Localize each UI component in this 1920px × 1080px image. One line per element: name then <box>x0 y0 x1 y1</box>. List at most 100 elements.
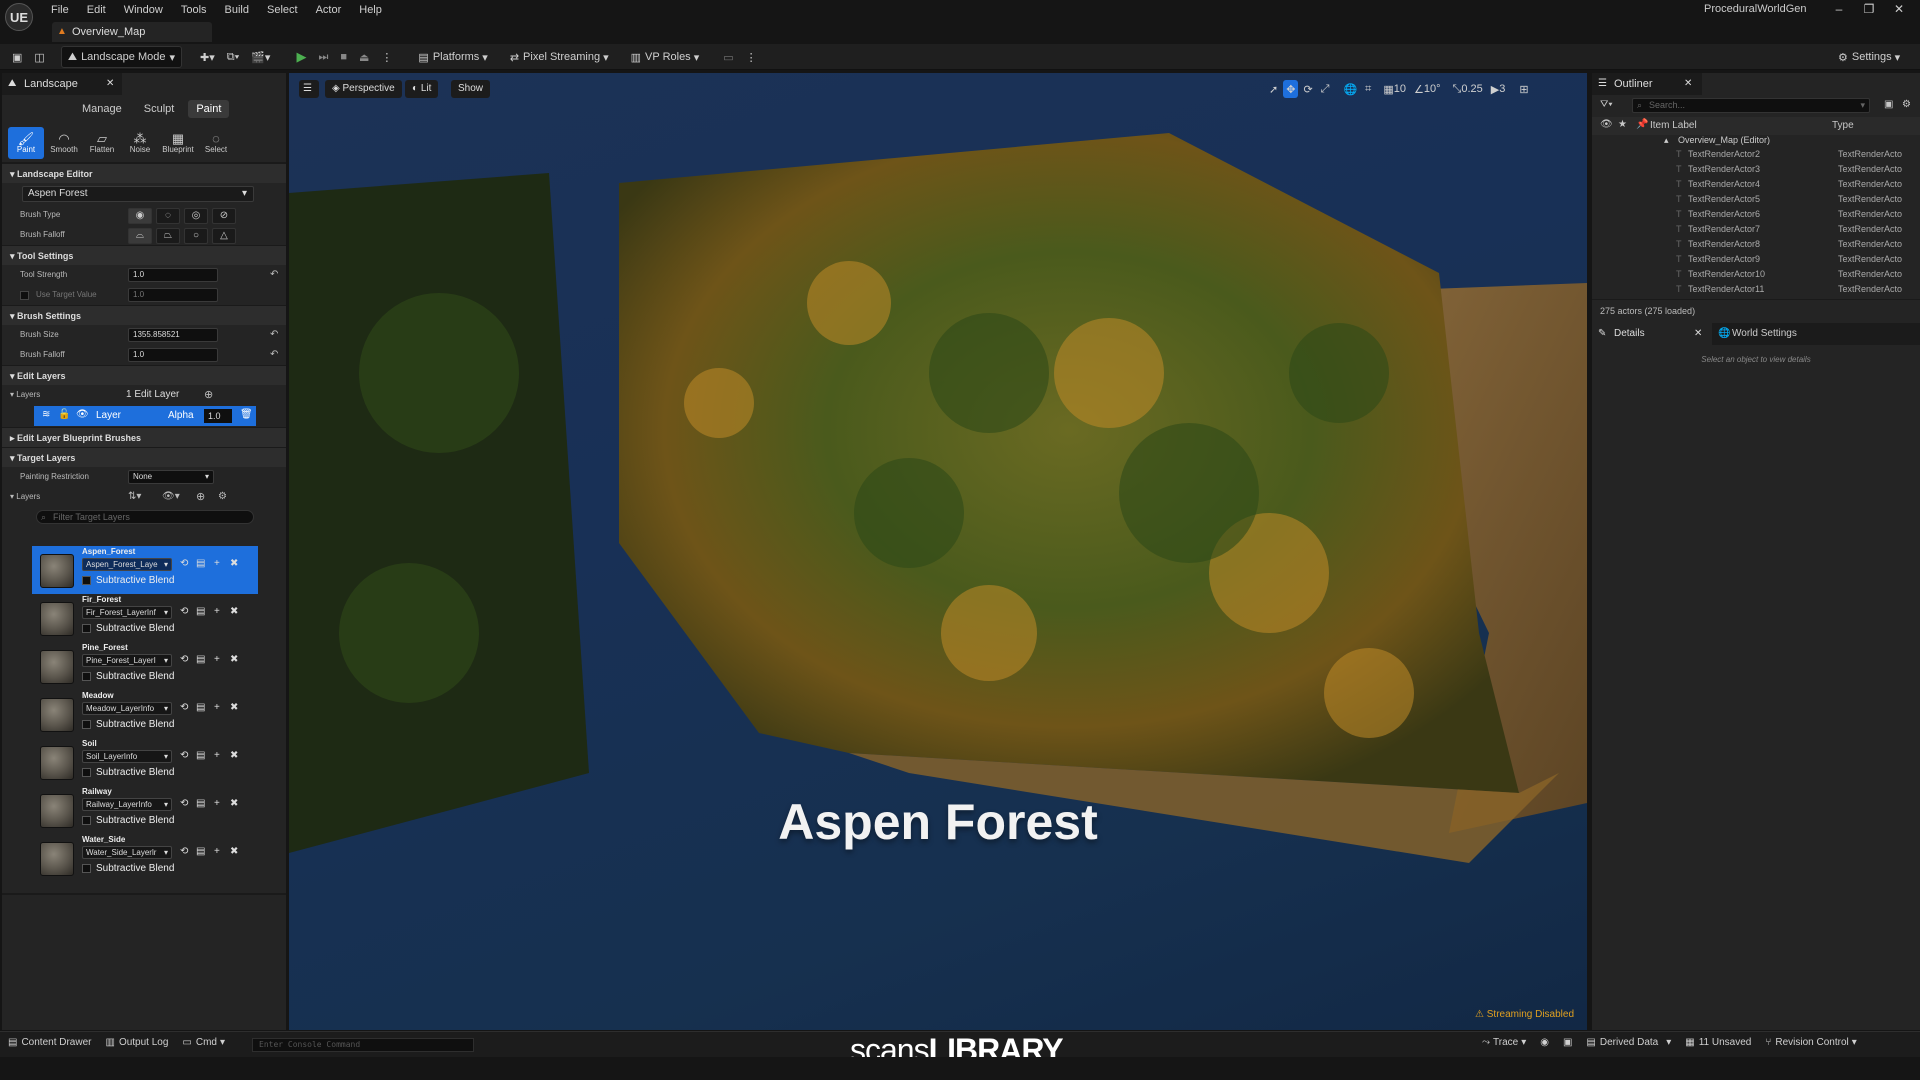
add-layer-info-icon[interactable]: + <box>214 702 220 713</box>
add-target-layer-icon[interactable]: ⊕ <box>196 487 205 507</box>
unsaved-button[interactable]: ▦ 11 Unsaved <box>1685 1037 1751 1048</box>
target-layer-row[interactable]: Meadow Meadow_LayerInfo ▾ ⟲ ▤ + ✖ Subtractive B… <box>32 690 258 738</box>
brush-size-field[interactable]: 1355.858521 <box>128 328 218 342</box>
use-selected-icon[interactable]: ⟲ <box>180 558 188 569</box>
browse-asset-icon[interactable]: ▤ <box>196 750 205 761</box>
section-edit-layers[interactable]: ▾ Edit Layers <box>2 365 286 385</box>
browse-asset-icon[interactable]: ▤ <box>196 846 205 857</box>
tool-noise[interactable]: ⁂ Noise <box>122 127 158 159</box>
revision-control-button[interactable]: ⑂ Revision Control ▾ <box>1765 1037 1856 1048</box>
menu-window[interactable]: Window <box>124 4 163 16</box>
surface-snap-icon[interactable]: ⌗ <box>1362 80 1374 98</box>
scale-icon[interactable]: ⤢ <box>1318 80 1333 98</box>
filter-target-layers-input[interactable]: ⌕ Filter Target Layers <box>36 510 254 524</box>
target-layer-row[interactable]: Pine_Forest Pine_Forest_LayerI ▾ ⟲ ▤ + ✖ Subtra… <box>32 642 258 690</box>
painting-restriction-dropdown[interactable]: None ▾ <box>128 470 214 484</box>
add-actor-icon[interactable]: ✚▾ <box>194 46 221 68</box>
subtractive-blend-checkbox[interactable] <box>82 816 91 825</box>
more-options-icon[interactable]: ⋮ <box>740 46 763 68</box>
pin-icon[interactable]: 📌 <box>1636 119 1648 130</box>
outliner-row[interactable]: T TextRenderActor12 TextRenderActo <box>1592 297 1920 299</box>
landscape-tab[interactable]: ⛰ Landscape ✕ <box>2 73 122 95</box>
alpha-field[interactable]: 1.0 <box>204 409 232 423</box>
layer-info-dropdown[interactable]: Railway_LayerInfo ▾ <box>82 798 172 811</box>
details-tab[interactable]: ✎ Details ✕ <box>1592 323 1712 345</box>
menu-file[interactable]: File <box>51 4 69 16</box>
scale-snap-button[interactable]: ⤡ 0.25 <box>1450 80 1486 98</box>
select-mode-icon[interactable]: ➚ <box>1266 80 1281 98</box>
derived-data-button[interactable]: ▤ Derived Data ▾ <box>1586 1037 1671 1048</box>
add-layer-info-icon[interactable]: + <box>214 654 220 665</box>
falloff-smooth-icon[interactable]: ⌓ <box>128 228 152 244</box>
blueprint-icon[interactable]: ⧉▾ <box>221 46 245 68</box>
tool-paint[interactable]: 🖌 Paint <box>8 126 44 159</box>
gear-icon[interactable]: ⚙ <box>1902 99 1911 110</box>
trash-icon[interactable]: 🗑 <box>240 409 253 420</box>
tab-sculpt[interactable]: Sculpt <box>136 100 183 118</box>
tool-smooth[interactable]: ◠ Smooth <box>46 127 82 159</box>
subtractive-blend-checkbox[interactable] <box>82 864 91 873</box>
outliner-row[interactable]: T TextRenderActor8 TextRenderActo <box>1592 237 1920 252</box>
menu-help[interactable]: Help <box>359 4 382 16</box>
remove-layer-icon[interactable]: ✖ <box>230 798 238 809</box>
outliner-row[interactable]: T TextRenderActor11 TextRenderActo <box>1592 282 1920 297</box>
eye-icon[interactable]: 👁 <box>1600 119 1613 130</box>
brush-component-icon[interactable]: ⊘ <box>212 208 236 224</box>
brush-falloff-field[interactable]: 1.0 <box>128 348 218 362</box>
hmd-icon[interactable]: ▭ <box>717 46 739 68</box>
trace-button[interactable]: ⤳ Trace ▾ <box>1482 1037 1526 1048</box>
tool-select[interactable]: ◌ Select <box>198 127 234 159</box>
browse-asset-icon[interactable]: ▤ <box>196 702 205 713</box>
outliner-row[interactable]: T TextRenderActor3 TextRenderActo <box>1592 162 1920 177</box>
target-value-field[interactable]: 1.0 <box>128 288 218 302</box>
add-layer-info-icon[interactable]: + <box>214 798 220 809</box>
console-command-input[interactable]: Enter Console Command <box>252 1038 474 1052</box>
rotate-icon[interactable]: ⟳ <box>1300 80 1315 98</box>
column-item-label[interactable]: Item Label <box>1650 120 1697 131</box>
outliner-row[interactable]: T TextRenderActor10 TextRenderActo <box>1592 267 1920 282</box>
outliner-row[interactable]: T TextRenderActor7 TextRenderActo <box>1592 222 1920 237</box>
add-layer-info-icon[interactable]: + <box>214 558 220 569</box>
layer-info-dropdown[interactable]: Fir_Forest_LayerInf ▾ <box>82 606 172 619</box>
edit-layer-row[interactable]: ≋ 🔓 👁 Layer Alpha 1.0 🗑 <box>34 406 256 426</box>
falloff-tip-icon[interactable]: △ <box>212 228 236 244</box>
subtractive-blend-checkbox[interactable] <box>82 624 91 633</box>
menu-tools[interactable]: Tools <box>181 4 207 16</box>
falloff-spherical-icon[interactable]: ○ <box>184 228 208 244</box>
close-icon[interactable]: ✕ <box>1684 73 1692 95</box>
record-icon[interactable]: ◉ <box>1540 1037 1549 1048</box>
add-layer-info-icon[interactable]: + <box>214 606 220 617</box>
document-tab[interactable]: ▲ Overview_Map <box>52 22 212 42</box>
browse-asset-icon[interactable]: ▤ <box>196 654 205 665</box>
remove-layer-icon[interactable]: ✖ <box>230 654 238 665</box>
show-button[interactable]: Show <box>451 80 491 98</box>
save-icon[interactable]: ▣ <box>6 46 28 68</box>
content-drawer-button[interactable]: ▤ Content Drawer <box>8 1037 91 1048</box>
layer-info-dropdown[interactable]: Soil_LayerInfo ▾ <box>82 750 172 763</box>
browse-icon[interactable]: ◫ <box>28 46 50 68</box>
filter-icon[interactable]: ⛛▾ <box>1600 99 1613 110</box>
browse-asset-icon[interactable]: ▤ <box>196 558 205 569</box>
use-selected-icon[interactable]: ⟲ <box>180 798 188 809</box>
menu-actor[interactable]: Actor <box>316 4 342 16</box>
outliner-row[interactable]: T TextRenderActor5 TextRenderActo <box>1592 192 1920 207</box>
target-layer-row[interactable]: Soil Soil_LayerInfo ▾ ⟲ ▤ + ✖ Subtractive Blend <box>32 738 258 786</box>
star-icon[interactable]: ★ <box>1618 119 1627 130</box>
remove-layer-icon[interactable]: ✖ <box>230 750 238 761</box>
reset-icon[interactable]: ↶ <box>270 265 278 285</box>
brush-circle-icon[interactable]: ◉ <box>128 208 152 224</box>
section-blueprint-brushes[interactable]: ▸ Edit Layer Blueprint Brushes <box>2 427 286 447</box>
perspective-button[interactable]: ◈ Perspective <box>325 80 402 98</box>
layer-info-dropdown[interactable]: Water_Side_Layerlr ▾ <box>82 846 172 859</box>
rotation-snap-button[interactable]: ∠ 10° <box>1411 80 1444 98</box>
reset-icon[interactable]: ↶ <box>270 325 278 345</box>
browse-asset-icon[interactable]: ▤ <box>196 798 205 809</box>
use-selected-icon[interactable]: ⟲ <box>180 846 188 857</box>
visibility-icon[interactable]: 👁▾ <box>162 487 180 507</box>
remove-layer-icon[interactable]: ✖ <box>230 846 238 857</box>
subtractive-blend-checkbox[interactable] <box>82 672 91 681</box>
use-selected-icon[interactable]: ⟲ <box>180 606 188 617</box>
browse-asset-icon[interactable]: ▤ <box>196 606 205 617</box>
remove-layer-icon[interactable]: ✖ <box>230 558 238 569</box>
platforms-button[interactable]: ▤ Platforms ▾ <box>412 46 493 68</box>
